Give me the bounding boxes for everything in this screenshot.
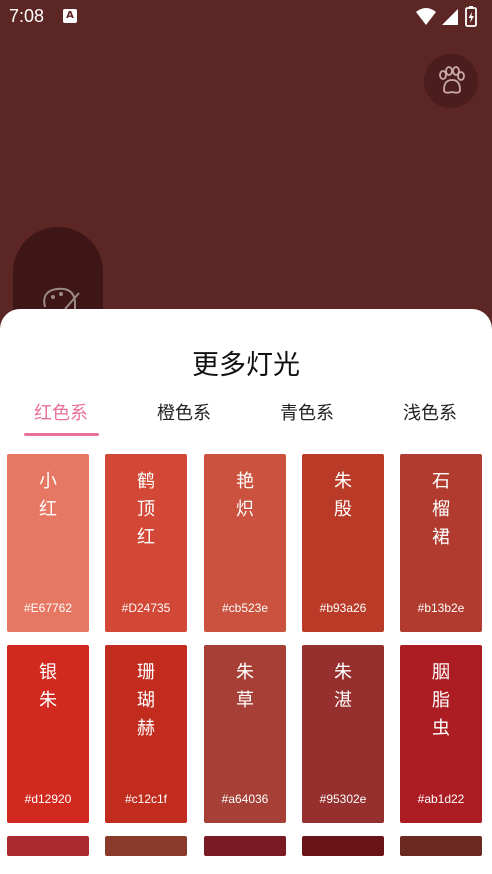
color-hex: #a64036 xyxy=(221,792,269,806)
tab-cyan[interactable]: 青色系 xyxy=(257,399,357,425)
color-swatch[interactable]: 艳炽 #cb523e xyxy=(204,454,286,632)
color-hex: #D24735 xyxy=(121,601,171,615)
wifi-icon xyxy=(416,8,436,25)
color-name-char: 瑚 xyxy=(137,690,155,711)
color-name: 胭脂虫 xyxy=(400,659,482,743)
color-swatch[interactable] xyxy=(7,836,89,856)
color-name: 朱湛 xyxy=(302,659,384,715)
color-hex: #b13b2e xyxy=(417,601,465,615)
color-hex: #ab1d22 xyxy=(417,792,465,806)
color-swatch[interactable] xyxy=(204,836,286,856)
color-name-char: 殷 xyxy=(334,499,352,520)
color-swatch[interactable] xyxy=(105,836,187,856)
paw-button[interactable] xyxy=(424,54,478,108)
color-swatch[interactable]: 石榴裙 #b13b2e xyxy=(400,454,482,632)
color-name-char: 虫 xyxy=(432,718,450,739)
tab-red[interactable]: 红色系 xyxy=(11,399,111,425)
color-name-char: 红 xyxy=(137,527,155,548)
color-name-char: 胭 xyxy=(432,662,450,683)
color-name-char: 顶 xyxy=(137,499,155,520)
color-name: 朱草 xyxy=(204,659,286,715)
color-swatch[interactable]: 小红 #E67762 xyxy=(7,454,89,632)
color-name-char: 银 xyxy=(39,662,57,683)
color-name: 银朱 xyxy=(7,659,89,715)
color-swatch[interactable]: 胭脂虫 #ab1d22 xyxy=(400,645,482,823)
color-name-char: 朱 xyxy=(39,690,57,711)
more-lights-sheet: 更多灯光 红色系 橙色系 青色系 浅色系 小红 #E67762 鹤顶红 #D24735… xyxy=(0,309,492,874)
color-name-char: 珊 xyxy=(137,662,155,683)
color-hex: #cb523e xyxy=(221,601,269,615)
color-swatch[interactable]: 鹤顶红 #D24735 xyxy=(105,454,187,632)
color-hex: #95302e xyxy=(319,792,367,806)
notification-icon: A xyxy=(63,9,77,23)
color-name-char: 炽 xyxy=(236,499,254,520)
signal-icon xyxy=(442,9,458,25)
color-name: 石榴裙 xyxy=(400,468,482,552)
color-hex: #d12920 xyxy=(24,792,72,806)
color-name-char: 鹤 xyxy=(137,471,155,492)
tab-light[interactable]: 浅色系 xyxy=(380,399,480,425)
system-icons xyxy=(416,6,477,27)
color-name: 小红 xyxy=(7,468,89,524)
tab-orange[interactable]: 橙色系 xyxy=(134,399,234,425)
color-name: 艳炽 xyxy=(204,468,286,524)
battery-icon xyxy=(465,6,477,27)
color-name-char: 艳 xyxy=(236,471,254,492)
color-name: 朱殷 xyxy=(302,468,384,524)
color-name-char: 湛 xyxy=(334,690,352,711)
status-bar: 7:08 A xyxy=(0,0,492,34)
color-name: 珊瑚赫 xyxy=(105,659,187,743)
color-name-char: 榴 xyxy=(432,499,450,520)
color-swatch[interactable]: 朱湛 #95302e xyxy=(302,645,384,823)
color-name-char: 朱 xyxy=(334,662,352,683)
paw-icon xyxy=(439,66,465,94)
color-name-char: 小 xyxy=(39,471,57,492)
color-name-char: 草 xyxy=(236,690,254,711)
color-hex: #c12c1f xyxy=(124,792,168,806)
color-name-char: 裙 xyxy=(432,527,450,548)
color-swatch[interactable]: 朱殷 #b93a26 xyxy=(302,454,384,632)
color-swatch[interactable]: 珊瑚赫 #c12c1f xyxy=(105,645,187,823)
color-hex: #E67762 xyxy=(23,601,73,615)
status-time: 7:08 xyxy=(9,6,45,26)
color-name-char: 朱 xyxy=(334,471,352,492)
color-swatch[interactable] xyxy=(400,836,482,856)
color-name-char: 脂 xyxy=(432,690,450,711)
color-name: 鹤顶红 xyxy=(105,468,187,552)
color-swatch[interactable]: 银朱 #d12920 xyxy=(7,645,89,823)
palette-icon xyxy=(43,287,80,310)
color-name-char: 赫 xyxy=(137,718,155,739)
color-swatch[interactable]: 朱草 #a64036 xyxy=(204,645,286,823)
sheet-title: 更多灯光 xyxy=(192,350,300,381)
color-name-char: 朱 xyxy=(236,662,254,683)
color-swatch[interactable] xyxy=(302,836,384,856)
color-hex: #b93a26 xyxy=(319,601,367,615)
color-name-char: 石 xyxy=(432,471,450,492)
color-name-char: 红 xyxy=(39,499,57,520)
tab-indicator xyxy=(24,433,99,436)
